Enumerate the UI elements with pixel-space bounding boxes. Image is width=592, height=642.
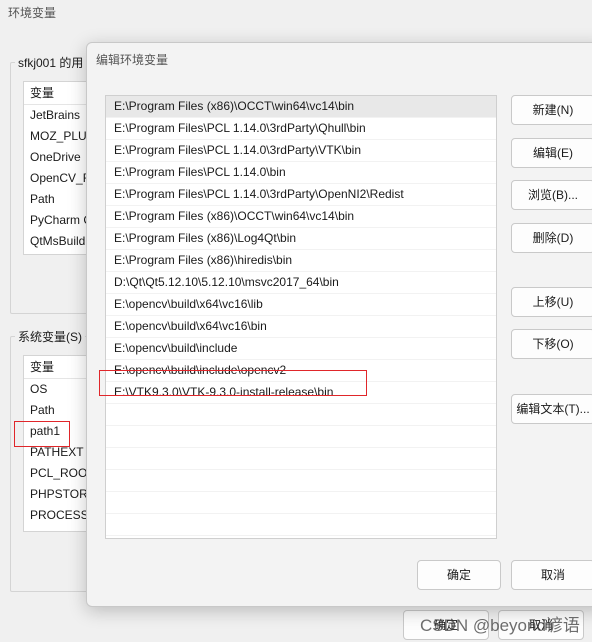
path-row[interactable]: E:\opencv\build\include [106,338,496,360]
dialog-title: 编辑环境变量 [96,53,169,67]
path-row[interactable]: E:\Program Files (x86)\OCCT\win64\vc14\b… [106,206,496,228]
path-row[interactable]: E:\Program Files (x86)\Log4Qt\bin [106,228,496,250]
move-down-button[interactable]: 下移(O) [511,329,592,359]
highlight-vtk-path-box [99,370,367,396]
window-title: 环境变量 [8,6,57,20]
empty-row[interactable] [106,492,496,514]
browse-button[interactable]: 浏览(B)... [511,180,592,210]
delete-button[interactable]: 删除(D) [511,223,592,253]
path-row[interactable]: E:\Program Files (x86)\hiredis\bin [106,250,496,272]
highlight-path1-box [14,421,70,447]
system-vars-label: 系统变量(S) [15,328,85,345]
cancel-button[interactable]: 取消 [511,560,592,590]
path-row[interactable]: E:\opencv\build\x64\vc16\lib [106,294,496,316]
empty-row[interactable] [106,514,496,536]
path-row[interactable]: E:\Program Files\PCL 1.14.0\3rdParty\Ope… [106,184,496,206]
path-row[interactable]: E:\opencv\build\x64\vc16\bin [106,316,496,338]
edit-env-dialog: 编辑环境变量 E:\Program Files (x86)\OCCT\win64… [86,42,592,607]
edit-button[interactable]: 编辑(E) [511,138,592,168]
empty-row[interactable] [106,426,496,448]
empty-row[interactable] [106,470,496,492]
path-row[interactable]: E:\Program Files\PCL 1.14.0\3rdParty\Qhu… [106,118,496,140]
path-row[interactable]: D:\Qt\Qt5.12.10\5.12.10\msvc2017_64\bin [106,272,496,294]
user-vars-label: sfkj001 的用 [15,54,87,71]
empty-row[interactable] [106,448,496,470]
ok-button[interactable]: 确定 [417,560,501,590]
edit-text-button[interactable]: 编辑文本(T)... [511,394,592,424]
move-up-button[interactable]: 上移(U) [511,287,592,317]
path-list[interactable]: E:\Program Files (x86)\OCCT\win64\vc14\b… [105,95,497,539]
path-row[interactable]: E:\Program Files\PCL 1.14.0\bin [106,162,496,184]
path-row[interactable]: E:\Program Files (x86)\OCCT\win64\vc14\b… [106,96,496,118]
empty-row[interactable] [106,404,496,426]
new-button[interactable]: 新建(N) [511,95,592,125]
watermark: CSDN @beyond谚语 [420,616,580,635]
empty-row[interactable] [106,536,496,538]
path-row[interactable]: E:\Program Files\PCL 1.14.0\3rdParty\VTK… [106,140,496,162]
